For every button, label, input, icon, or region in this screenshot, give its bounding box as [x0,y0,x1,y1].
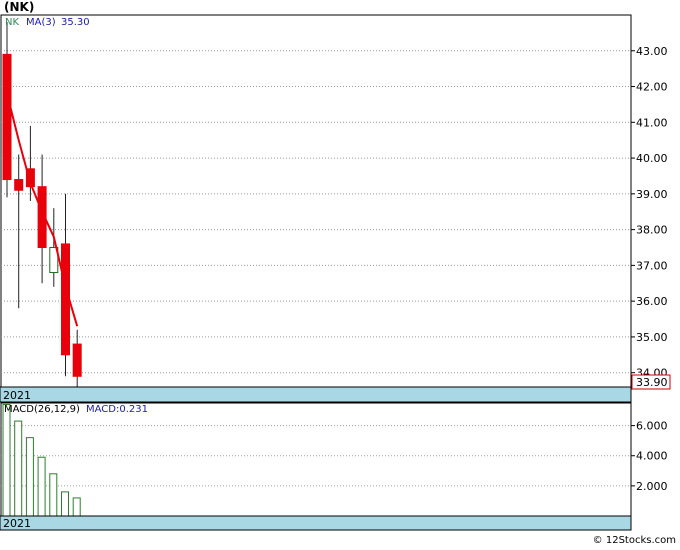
macd-bar [61,491,69,517]
last-price-value: 33.90 [636,376,668,389]
macd-bar [49,473,58,517]
macd-bar [37,456,46,517]
stock-chart: (NK) 34.00 35.00 36.00 37.00 38.00 39.00 40.00 4… [0,0,680,546]
chart-title: (NK) [4,0,34,14]
candle-down [72,343,82,377]
legend-ma-label: MA(3) [26,17,56,28]
chart-svg: (NK)34.0035.0036.0037.0038.0039.0040.004… [0,0,676,546]
macd-bar [14,420,23,517]
candle-down [14,179,24,191]
price-tick-label: 40.00 [636,152,668,165]
price-year-band [0,386,632,403]
macd-panel-frame [0,402,632,517]
price-year-label: 2021 [3,389,31,402]
price-panel-frame [0,14,632,388]
macd-year-band [0,515,632,531]
price-tick-label: 35.00 [636,331,668,344]
candle-down [2,53,12,181]
price-tick-label: 41.00 [636,116,668,129]
price-tick-label: 39.00 [636,188,668,201]
macd-tick-label: 6.000 [636,420,668,433]
macd-legend-label: MACD(26,12,9) [4,404,80,415]
price-tick-label: 36.00 [636,295,668,308]
macd-bar [2,404,11,517]
price-tick-label: 38.00 [636,224,668,237]
macd-bar [72,497,81,517]
macd-tick-label: 2.000 [636,480,668,493]
legend-ma-value: 35.30 [61,17,90,28]
price-tick-label: 43.00 [636,45,668,58]
macd-bar [25,437,34,517]
macd-legend-value: MACD:0.231 [86,404,148,415]
watermark: © 12Stocks.com [593,535,676,546]
macd-year-label: 2021 [3,517,31,530]
price-tick-label: 37.00 [636,259,668,272]
legend-symbol: NK [5,17,19,28]
price-tick-label: 42.00 [636,81,668,94]
macd-tick-label: 4.000 [636,450,668,463]
